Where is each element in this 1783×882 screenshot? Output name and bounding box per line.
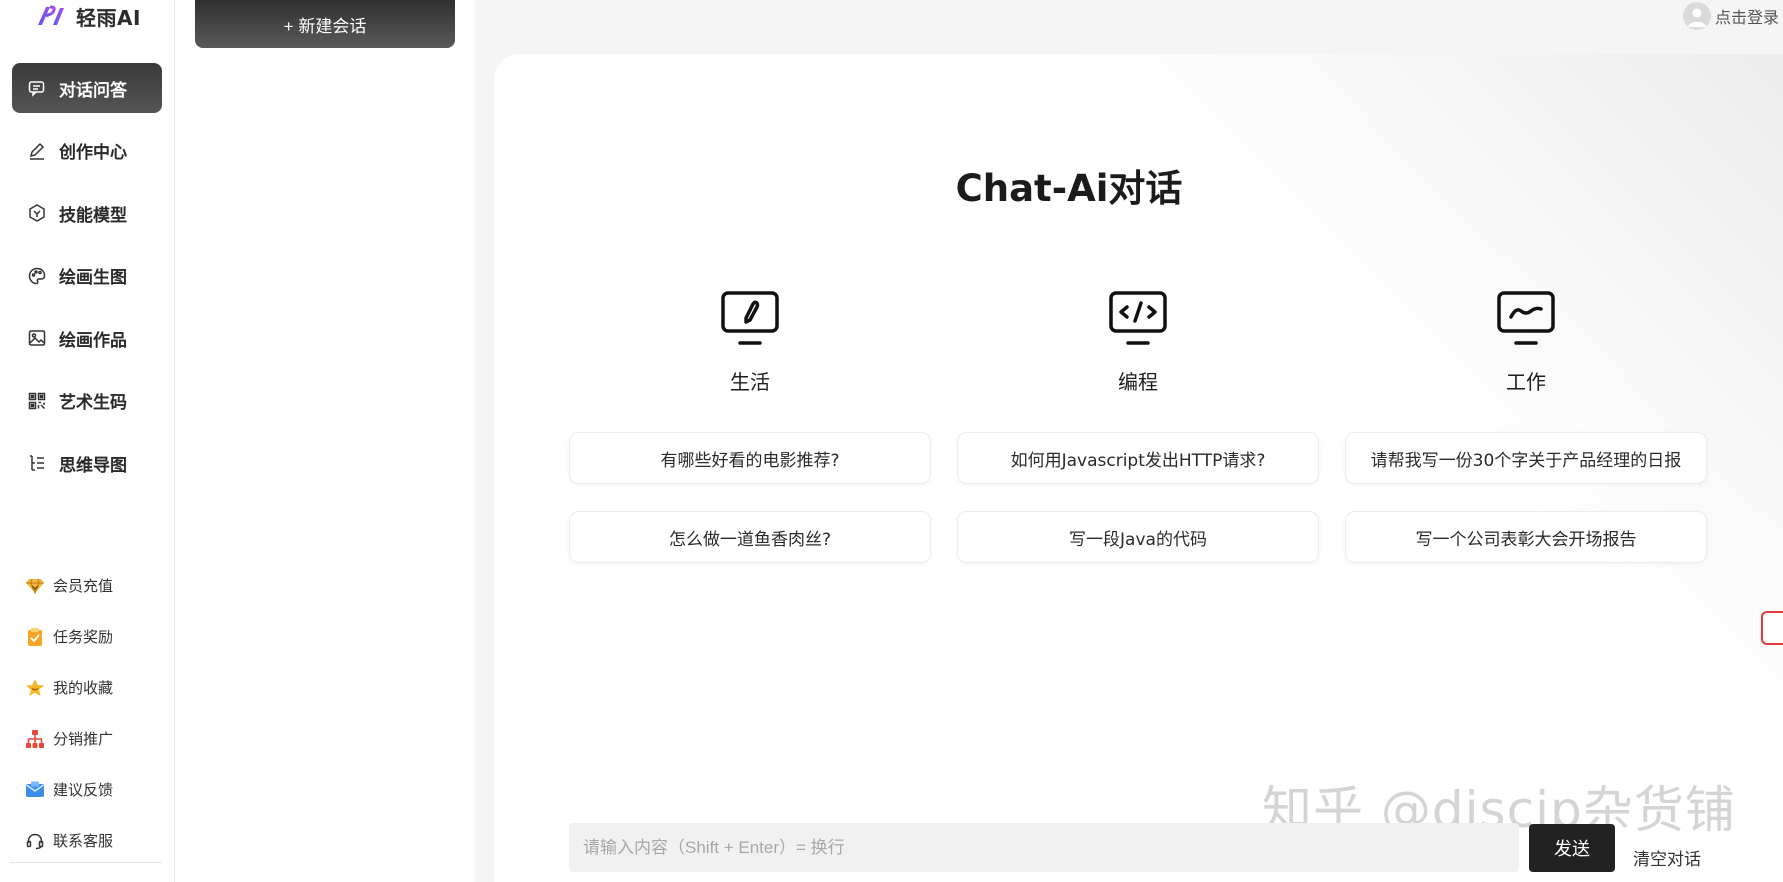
prompt-card[interactable]: 写一个公司表彰大会开场报告 — [1345, 511, 1707, 563]
monitor-pen-icon — [721, 291, 779, 345]
secondary-nav: 会员充值 任务奖励 我的收藏 分销推广 建议反馈 联系客服 — [24, 560, 164, 866]
sub-item-label: 分销推广 — [53, 730, 114, 748]
chat-panel: Chat-Ai对话 生活 有哪些好看的电影推荐? 怎么做一道鱼香肉丝? 编程 如… — [494, 54, 1783, 882]
nav-item-label: 技能模型 — [59, 205, 127, 226]
sub-item-label: 建议反馈 — [53, 781, 114, 799]
diamond-icon — [24, 575, 46, 597]
monitor-wave-icon — [1497, 291, 1555, 345]
nav-item-label: 绘画生图 — [59, 268, 127, 288]
nav-item-label: 对话问答 — [59, 80, 127, 101]
sidebar: 轻雨AI 对话问答 创作中心 技能模型 绘画生图 绘画作品 艺术生码 思维导图 … — [0, 0, 175, 882]
sub-item-label: 会员充值 — [53, 577, 114, 595]
app-root: 轻雨AI 对话问答 创作中心 技能模型 绘画生图 绘画作品 艺术生码 思维导图 … — [0, 0, 1783, 882]
category-label: 工作 — [1506, 370, 1546, 394]
monitor-code-icon — [1109, 291, 1167, 345]
message-input[interactable] — [569, 823, 1519, 872]
prompt-card[interactable]: 怎么做一道鱼香肉丝? — [569, 511, 931, 563]
prompt-card[interactable]: 请帮我写一份30个字关于产品经理的日报 — [1345, 432, 1707, 484]
clear-chat-button[interactable]: 清空对话 — [1633, 845, 1701, 870]
main-nav: 对话问答 创作中心 技能模型 绘画生图 绘画作品 艺术生码 思维导图 — [12, 63, 162, 501]
headset-icon — [24, 830, 46, 852]
image-icon — [27, 328, 47, 348]
sub-item-label: 任务奖励 — [53, 628, 114, 646]
prompt-card[interactable]: 如何用Javascript发出HTTP请求? — [957, 432, 1319, 484]
mail-icon — [24, 779, 46, 801]
clipboard-icon — [24, 626, 46, 648]
category-work: 工作 — [1345, 290, 1707, 395]
side-float-tab[interactable] — [1761, 611, 1783, 645]
nav-item-works[interactable]: 绘画作品 — [12, 313, 162, 363]
sidebar-divider — [10, 862, 162, 863]
mindmap-icon — [27, 453, 47, 473]
nav-item-label: 绘画作品 — [59, 330, 127, 351]
nav-item-label: 创作中心 — [59, 143, 127, 163]
sub-item-feedback[interactable]: 建议反馈 — [24, 764, 164, 815]
category-label: 编程 — [1118, 370, 1158, 394]
category-life: 生活 — [569, 290, 931, 395]
nav-item-create[interactable]: 创作中心 — [12, 126, 162, 176]
login-button[interactable]: 点击登录 — [1682, 2, 1779, 30]
login-label: 点击登录 — [1714, 8, 1779, 27]
nav-item-label: 艺术生码 — [59, 393, 127, 413]
sub-item-membership[interactable]: 会员充值 — [24, 560, 164, 611]
brand-name: 轻雨AI — [76, 5, 141, 30]
logo-icon — [38, 5, 65, 27]
sub-item-support[interactable]: 联系客服 — [24, 815, 164, 866]
conversation-list: + 新建会话 — [175, 0, 475, 882]
nav-item-chat[interactable]: 对话问答 — [12, 63, 162, 113]
pen-icon — [27, 141, 47, 161]
prompt-card[interactable]: 写一段Java的代码 — [957, 511, 1319, 563]
sub-item-label: 我的收藏 — [53, 679, 114, 697]
category-programming: 编程 — [957, 290, 1319, 395]
palette-icon — [27, 266, 47, 286]
sub-item-label: 联系客服 — [53, 832, 114, 850]
page-title: Chat-Ai对话 — [955, 167, 1183, 210]
sub-item-distribution[interactable]: 分销推广 — [24, 713, 164, 764]
nav-item-mindmap[interactable]: 思维导图 — [12, 438, 162, 488]
sub-item-favorites[interactable]: 我的收藏 — [24, 662, 164, 713]
avatar — [1682, 2, 1711, 30]
category-label: 生活 — [730, 370, 770, 394]
star-icon — [24, 677, 46, 699]
org-chart-icon — [24, 728, 46, 750]
qrcode-icon — [27, 391, 47, 411]
nav-item-draw[interactable]: 绘画生图 — [12, 251, 162, 301]
nav-item-skills[interactable]: 技能模型 — [12, 188, 162, 238]
send-button[interactable]: 发送 — [1529, 824, 1615, 872]
user-icon — [1687, 8, 1706, 27]
new-chat-button[interactable]: + 新建会话 — [195, 0, 455, 48]
sub-item-tasks[interactable]: 任务奖励 — [24, 611, 164, 662]
nav-item-label: 思维导图 — [59, 455, 127, 476]
nav-item-qrcode[interactable]: 艺术生码 — [12, 376, 162, 426]
chat-icon — [27, 78, 47, 98]
prompt-card[interactable]: 有哪些好看的电影推荐? — [569, 432, 931, 484]
brand-logo[interactable]: 轻雨AI — [36, 2, 141, 30]
hexagon-icon — [27, 203, 47, 223]
